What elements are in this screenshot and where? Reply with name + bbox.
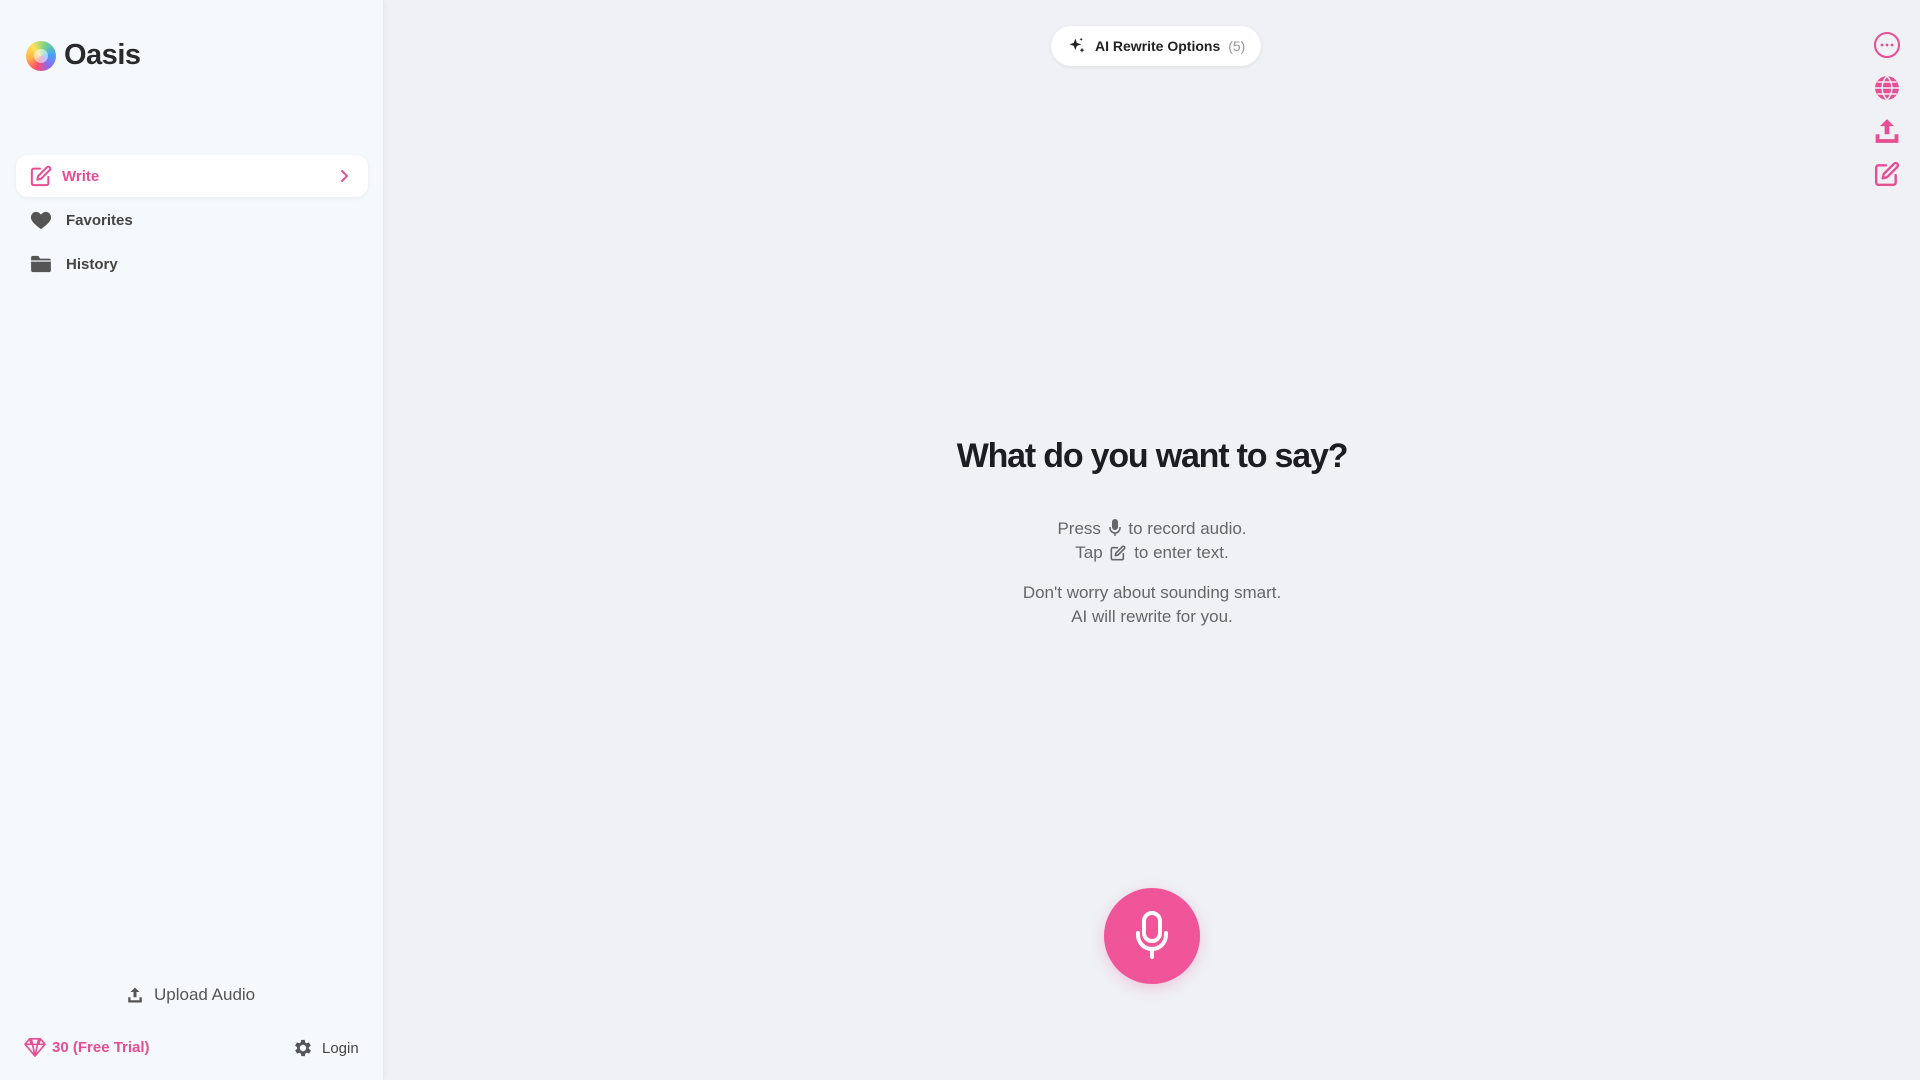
- language-button[interactable]: [1872, 73, 1902, 103]
- heart-icon: [30, 209, 52, 231]
- sparkles-icon: [1069, 37, 1085, 53]
- hint-type: Tap to enter text.: [384, 541, 1920, 565]
- login-label: Login: [322, 1039, 359, 1057]
- oasis-logo-icon: [26, 40, 56, 71]
- edit-icon: [1874, 161, 1900, 187]
- microphone-icon: [1136, 911, 1168, 959]
- sidebar-item-label: Favorites: [66, 211, 133, 229]
- upload-audio-label: Upload Audio: [154, 985, 256, 1004]
- hint-record: Press to record audio.: [384, 517, 1920, 541]
- ai-rewrite-label: AI Rewrite Options: [1095, 38, 1221, 54]
- upload-audio-button[interactable]: Upload Audio: [126, 985, 255, 1005]
- edit-icon: [1110, 545, 1126, 561]
- hint-tap-text: Tap: [1075, 543, 1103, 562]
- new-text-button[interactable]: [1872, 159, 1902, 189]
- upload-icon: [1875, 119, 1899, 143]
- hint-ai: AI will rewrite for you.: [1071, 607, 1233, 626]
- ai-rewrite-options-button[interactable]: AI Rewrite Options (5): [1051, 26, 1262, 66]
- globe-icon: [1875, 75, 1899, 101]
- app-name: Oasis: [64, 39, 141, 71]
- sidebar: Oasis Write Favorites History Upload Aud…: [0, 0, 384, 1080]
- credits-label: 30 (Free Trial): [52, 1038, 150, 1056]
- credits-badge[interactable]: 30 (Free Trial): [24, 1037, 150, 1057]
- app-window: Oasis Write Favorites History Upload Aud…: [0, 0, 1920, 1080]
- record-button[interactable]: [1104, 888, 1200, 984]
- more-button[interactable]: [1872, 30, 1902, 60]
- sidebar-item-label: Write: [62, 167, 100, 185]
- hint-worry: Don't worry about sounding smart.: [1022, 583, 1282, 602]
- sidebar-item-label: History: [66, 255, 118, 273]
- sidebar-item-write[interactable]: Write: [16, 155, 368, 197]
- gear-icon: [295, 1039, 311, 1057]
- chevron-right-icon: [341, 170, 348, 182]
- upload-icon: [128, 987, 142, 1003]
- hint-enter-text: to enter text.: [1134, 543, 1229, 562]
- hint-press-text: Press: [1057, 519, 1101, 538]
- hint-record-text: to record audio.: [1128, 519, 1247, 538]
- prompt-headline: What do you want to say?: [956, 437, 1349, 475]
- ai-rewrite-count: (5): [1228, 38, 1246, 54]
- app-logo[interactable]: Oasis: [26, 39, 141, 72]
- top-right-toolbar: [1872, 30, 1902, 202]
- more-icon: [1874, 32, 1900, 58]
- sidebar-nav: Write Favorites History: [16, 155, 368, 287]
- sidebar-item-favorites[interactable]: Favorites: [16, 199, 368, 241]
- sidebar-item-history[interactable]: History: [16, 243, 368, 285]
- edit-icon: [30, 165, 52, 187]
- diamond-icon: [24, 1038, 46, 1057]
- microphone-icon: [1108, 519, 1121, 536]
- share-button[interactable]: [1872, 116, 1902, 146]
- login-button[interactable]: Login: [292, 1037, 359, 1059]
- folder-icon: [30, 253, 52, 275]
